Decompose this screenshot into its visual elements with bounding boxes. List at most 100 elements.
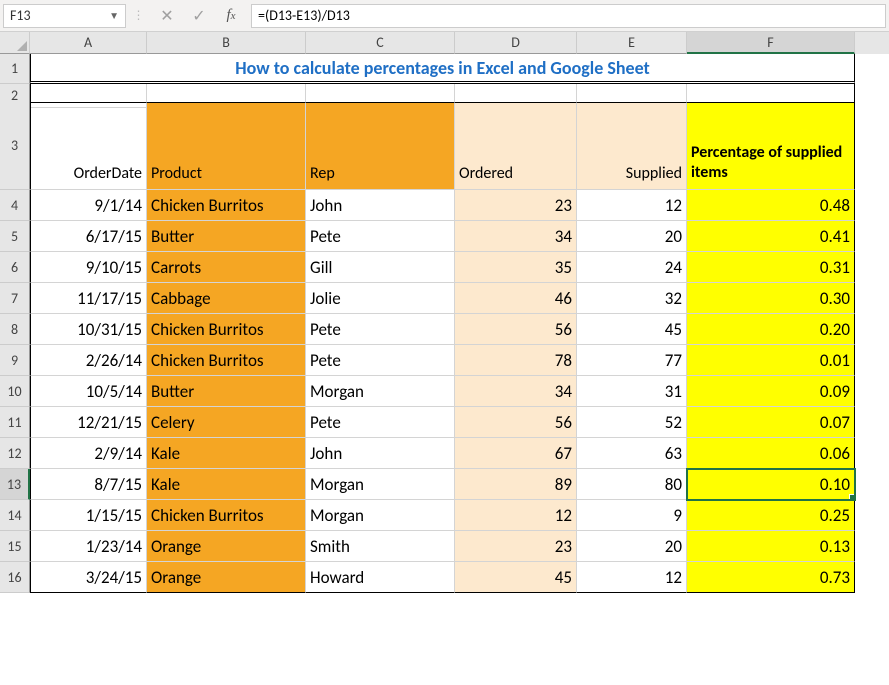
row-header[interactable]: 12 [0,438,30,469]
cell-ordered[interactable]: 23 [455,531,577,562]
cell-product[interactable]: Chicken Burritos [147,500,306,531]
cell-percentage[interactable]: 0.13 [687,531,855,562]
cell-rep[interactable]: John [306,438,455,469]
cell-supplied[interactable]: 20 [577,221,687,252]
row-header[interactable]: 16 [0,562,30,593]
cell-date[interactable]: 2/9/14 [30,438,147,469]
cell-product[interactable]: Chicken Burritos [147,314,306,345]
cell-ordered[interactable]: 67 [455,438,577,469]
cell-rep[interactable]: Howard [306,562,455,593]
col-header-C[interactable]: C [306,32,455,54]
cell-product[interactable]: Celery [147,407,306,438]
cell-rep[interactable]: Smith [306,531,455,562]
cell-date[interactable]: 9/10/15 [30,252,147,283]
cell-supplied[interactable]: 45 [577,314,687,345]
cell-date[interactable]: 2/26/14 [30,345,147,376]
row-header[interactable]: 10 [0,376,30,407]
cell-ordered[interactable]: 34 [455,376,577,407]
cell-percentage[interactable]: 0.73 [687,562,855,593]
row-header[interactable]: 15 [0,531,30,562]
cell-supplied[interactable]: 12 [577,562,687,593]
cell-product[interactable]: Butter [147,376,306,407]
cell-rep[interactable]: Pete [306,345,455,376]
header-product[interactable]: Product [147,102,306,190]
cell-product[interactable]: Cabbage [147,283,306,314]
cell-supplied[interactable]: 20 [577,531,687,562]
row-header-1[interactable]: 1 [0,54,30,84]
header-supplied[interactable]: Supplied [577,102,687,190]
col-header-D[interactable]: D [455,32,577,54]
row-header[interactable]: 4 [0,190,30,221]
cell-percentage[interactable]: 0.48 [687,190,855,221]
cell-rep[interactable]: Morgan [306,469,455,500]
cell-product[interactable]: Orange [147,531,306,562]
cell-supplied[interactable]: 63 [577,438,687,469]
cell-date[interactable]: 3/24/15 [30,562,147,593]
chevron-down-icon[interactable]: ▼ [109,9,119,22]
header-ordered[interactable]: Ordered [455,102,577,190]
cell-date[interactable]: 10/31/15 [30,314,147,345]
header-percentage[interactable]: Percentage of supplied items [687,102,855,190]
cell-percentage[interactable]: 0.10 [687,469,855,500]
cell-ordered[interactable]: 45 [455,562,577,593]
header-rep[interactable]: Rep [306,102,455,190]
cell-product[interactable]: Carrots [147,252,306,283]
cell-rep[interactable]: Morgan [306,500,455,531]
cell-percentage[interactable]: 0.07 [687,407,855,438]
cell-ordered[interactable]: 35 [455,252,577,283]
cell-supplied[interactable]: 80 [577,469,687,500]
cell-ordered[interactable]: 46 [455,283,577,314]
cell-date[interactable]: 10/5/14 [30,376,147,407]
row-header[interactable]: 6 [0,252,30,283]
cell-percentage[interactable]: 0.30 [687,283,855,314]
col-header-A[interactable]: A [30,32,147,54]
col-header-B[interactable]: B [147,32,306,54]
col-header-E[interactable]: E [577,32,687,54]
formula-input[interactable]: =(D13-E13)/D13 [251,4,886,28]
cell-supplied[interactable]: 9 [577,500,687,531]
cell-ordered[interactable]: 78 [455,345,577,376]
cell-rep[interactable]: Gill [306,252,455,283]
col-header-F[interactable]: F [687,32,855,54]
cell-date[interactable]: 1/15/15 [30,500,147,531]
confirm-icon[interactable]: ✓ [183,4,215,28]
row-header[interactable]: 13 [0,469,30,500]
cell-supplied[interactable]: 31 [577,376,687,407]
select-all-corner[interactable] [0,32,30,54]
cell-ordered[interactable]: 23 [455,190,577,221]
row-header[interactable]: 11 [0,407,30,438]
cell-supplied[interactable]: 77 [577,345,687,376]
cell-rep[interactable]: John [306,190,455,221]
name-box[interactable]: F13 ▼ [3,4,126,28]
row-header[interactable]: 5 [0,221,30,252]
cell-product[interactable]: Kale [147,469,306,500]
cell-date[interactable]: 1/23/14 [30,531,147,562]
cell-rep[interactable]: Jolie [306,283,455,314]
cell-product[interactable]: Chicken Burritos [147,190,306,221]
cell-product[interactable]: Butter [147,221,306,252]
cell-rep[interactable]: Pete [306,221,455,252]
row-header[interactable]: 9 [0,345,30,376]
cell-percentage[interactable]: 0.06 [687,438,855,469]
title-cell[interactable]: How to calculate percentages in Excel an… [30,54,855,84]
cell-rep[interactable]: Pete [306,314,455,345]
row-header[interactable]: 8 [0,314,30,345]
cell-product[interactable]: Kale [147,438,306,469]
cell-ordered[interactable]: 56 [455,407,577,438]
cell-date[interactable]: 6/17/15 [30,221,147,252]
header-order-date[interactable]: OrderDate [30,102,147,190]
cell-percentage[interactable]: 0.20 [687,314,855,345]
fx-icon[interactable]: fx [215,4,247,28]
row-header[interactable]: 14 [0,500,30,531]
cell-product[interactable]: Orange [147,562,306,593]
cell-ordered[interactable]: 56 [455,314,577,345]
row-header-3[interactable]: 3 [0,102,30,190]
cell-percentage[interactable]: 0.31 [687,252,855,283]
cell-ordered[interactable]: 12 [455,500,577,531]
cell-percentage[interactable]: 0.09 [687,376,855,407]
cell-percentage[interactable]: 0.01 [687,345,855,376]
cell-date[interactable]: 8/7/15 [30,469,147,500]
cell-supplied[interactable]: 52 [577,407,687,438]
cell-date[interactable]: 12/21/15 [30,407,147,438]
cell-date[interactable]: 9/1/14 [30,190,147,221]
